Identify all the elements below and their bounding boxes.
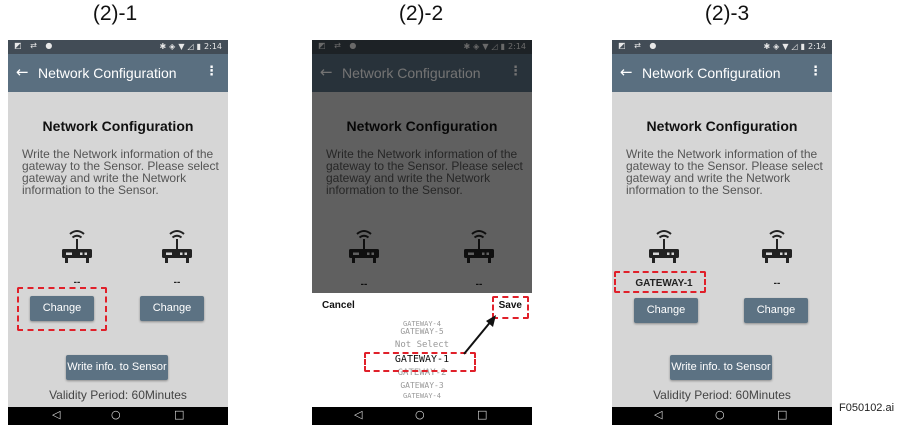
nav-back-icon[interactable]: ◁ xyxy=(354,408,362,421)
clock: 2:14 xyxy=(808,42,826,51)
nav-back-icon[interactable]: ◁ xyxy=(654,408,662,421)
picker-cancel-button[interactable]: Cancel xyxy=(322,300,355,311)
wifi-icon: ▼ xyxy=(782,42,789,51)
app-bar-title: Network Configuration xyxy=(38,65,177,81)
nav-home-icon[interactable]: ○ xyxy=(415,408,425,421)
overflow-menu-icon[interactable]: ⋮ xyxy=(205,64,218,79)
gateway-router-icon xyxy=(162,230,192,263)
caption-panel-2: (2)-2 xyxy=(398,2,444,25)
nav-recent-icon[interactable]: □ xyxy=(174,408,184,421)
page-heading: Network Configuration xyxy=(646,118,798,134)
app-bar: ← Network Configuration ⋮ xyxy=(8,54,228,92)
highlight-selected-gateway xyxy=(614,271,706,293)
bluetooth-icon: ✱ xyxy=(159,42,167,51)
nav-back-icon[interactable]: ◁ xyxy=(52,408,60,421)
caption-panel-3: (2)-3 xyxy=(704,2,750,25)
validity-period: Validity Period: 60Minutes xyxy=(49,388,187,402)
gateway-label-right: -- xyxy=(173,277,181,288)
change-button-right[interactable]: Change xyxy=(744,298,808,323)
app-bar: ← Network Configuration ⋮ xyxy=(612,54,832,92)
caption-panel-1: (2)-1 xyxy=(92,2,138,25)
clock: 2:14 xyxy=(204,42,222,51)
nav-home-icon[interactable]: ○ xyxy=(111,408,121,421)
battery-icon: ▮ xyxy=(196,42,202,51)
gateway-router-icon xyxy=(762,230,792,263)
notification-icons: ◩ ⇄ ● xyxy=(618,41,660,50)
nav-recent-icon[interactable]: □ xyxy=(777,408,787,421)
picker-option[interactable]: GATEWAY-3 xyxy=(312,381,532,390)
status-bar: ◩ ⇄ ● ✱ ◈ ▼ ◿ ▮ 2:14 xyxy=(612,40,832,54)
change-button-left[interactable]: Change xyxy=(634,298,698,323)
system-nav-bar: ◁ ○ □ xyxy=(612,407,832,425)
nav-recent-icon[interactable]: □ xyxy=(477,408,487,421)
gateway-router-icon xyxy=(649,230,679,263)
change-button-right[interactable]: Change xyxy=(140,296,204,321)
phone-screen-1: ◩ ⇄ ● ✱ ◈ ▼ ◿ ▮ 2:14 ← Network Configura… xyxy=(8,40,228,425)
status-bar: ◩ ⇄ ● ✱ ◈ ▼ ◿ ▮ 2:14 xyxy=(8,40,228,54)
bluetooth-icon: ✱ xyxy=(763,42,771,51)
vibrate-icon: ◈ xyxy=(169,42,176,51)
write-to-sensor-button[interactable]: Write info. to Sensor xyxy=(670,355,772,380)
picker-option[interactable]: GATEWAY-4 xyxy=(312,392,532,398)
phone-screen-3: ◩ ⇄ ● ✱ ◈ ▼ ◿ ▮ 2:14 ← Network Configura… xyxy=(612,40,832,425)
system-nav-bar: ◁ ○ □ xyxy=(312,407,532,425)
app-bar-title: Network Configuration xyxy=(642,65,781,81)
gateway-router-icon xyxy=(62,230,92,263)
nav-home-icon[interactable]: ○ xyxy=(715,408,725,421)
dim-overlay xyxy=(312,40,532,293)
system-nav-bar: ◁ ○ □ xyxy=(8,407,228,425)
back-arrow-icon[interactable]: ← xyxy=(16,63,29,81)
figure-id: F050102.ai xyxy=(839,402,895,414)
pointer-arrow xyxy=(463,315,496,355)
notification-icons: ◩ ⇄ ● xyxy=(14,41,56,50)
write-to-sensor-button[interactable]: Write info. to Sensor xyxy=(66,355,168,380)
highlight-change-button xyxy=(17,287,107,331)
battery-icon: ▮ xyxy=(800,42,806,51)
back-arrow-icon[interactable]: ← xyxy=(620,63,633,81)
page-description: Write the Network information of the gat… xyxy=(626,147,823,197)
signal-icon: ◿ xyxy=(187,42,194,51)
overflow-menu-icon[interactable]: ⋮ xyxy=(809,64,822,79)
page-heading: Network Configuration xyxy=(42,118,194,134)
gateway-label-right: -- xyxy=(773,278,781,289)
validity-period: Validity Period: 60Minutes xyxy=(653,388,791,402)
page-description: Write the Network information of the gat… xyxy=(22,147,219,197)
vibrate-icon: ◈ xyxy=(773,42,780,51)
wifi-icon: ▼ xyxy=(178,42,185,51)
signal-icon: ◿ xyxy=(791,42,798,51)
